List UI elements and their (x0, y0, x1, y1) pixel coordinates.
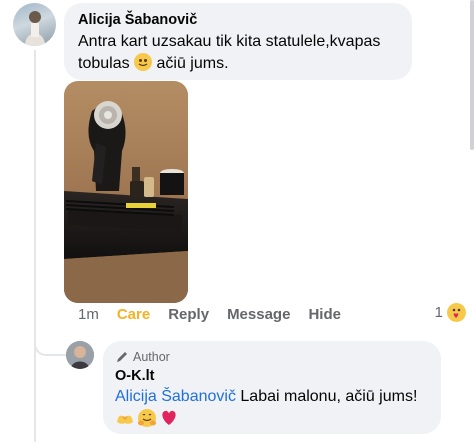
reply-emojis (115, 408, 179, 428)
comment-text-part2: ačiū jums. (156, 55, 229, 72)
statue-candle-photo[interactable] (64, 81, 188, 303)
author-badge-label: Author (133, 350, 170, 364)
reaction-count-value: 1 (434, 304, 443, 321)
hide-button[interactable]: Hide (308, 306, 341, 323)
hugging-face-icon (138, 409, 156, 427)
author-badge: Author (115, 350, 170, 364)
person-icon (66, 341, 94, 369)
person-icon (25, 11, 45, 46)
slightly-smiling-face-icon (134, 53, 153, 71)
reply-avatar[interactable] (66, 341, 94, 369)
pencil-icon (117, 352, 127, 362)
care-reaction-icon (447, 303, 466, 322)
comment-text-part1: tobulas (78, 55, 130, 72)
comment-text-line1: Antra kart uzsakau tik kita statulele,kv… (78, 33, 381, 50)
care-reaction-button[interactable]: Care (117, 306, 150, 323)
comment-actions: 1m Care Reply Message Hide (78, 306, 359, 323)
red-heart-icon (162, 410, 176, 425)
comment-text-line2: tobulas ačiū jums. (78, 53, 229, 75)
avatar[interactable] (13, 3, 56, 46)
reaction-count[interactable]: 1 (435, 303, 466, 322)
message-button[interactable]: Message (227, 306, 290, 323)
comment-bubble: Alicija Šabanovič Antra kart uzsakau tik… (64, 3, 412, 80)
reply-button[interactable]: Reply (168, 306, 209, 323)
scrollbar[interactable] (470, 0, 474, 150)
reply-author[interactable]: O-K.lt (115, 368, 154, 384)
thread-line (34, 50, 36, 442)
thread-branch (34, 330, 66, 356)
comment-author[interactable]: Alicija Šabanovič (78, 12, 197, 28)
mention-link[interactable]: Alicija Šabanovič (115, 388, 236, 405)
timestamp[interactable]: 1m (78, 306, 99, 323)
reply-text: Alicija Šabanovič Labai malonu, ačiū jum… (115, 386, 417, 408)
hands-heart-icon (117, 415, 133, 424)
reply-text-body: Labai malonu, ačiū jums! (240, 388, 418, 405)
reply-bubble: Author O-K.lt Alicija Šabanovič Labai ma… (103, 341, 441, 434)
